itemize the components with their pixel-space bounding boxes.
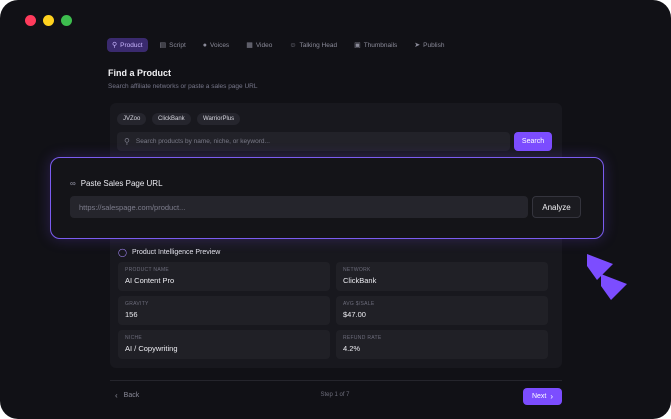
- field-label: AVG $/SALE: [343, 301, 375, 307]
- footer-divider: [110, 380, 562, 381]
- field-label: NICHE: [125, 335, 143, 341]
- field-gravity: GRAVITY 156: [118, 296, 330, 325]
- product-search-input[interactable]: ⚲ Search products by name, niche, or key…: [117, 132, 510, 151]
- window-zoom-button[interactable]: [61, 15, 72, 26]
- field-value: 156: [125, 310, 138, 319]
- chevron-right-icon: ›: [550, 392, 554, 401]
- url-placeholder: https://salespage.com/product...: [79, 202, 186, 212]
- tab-product[interactable]: ⚲ Product: [107, 38, 148, 52]
- chevron-arrows-logo: [587, 254, 627, 300]
- app-window: ⚲ Product ▤ Script ● Voices ▦ Video ☺ Ta…: [0, 0, 671, 419]
- field-value: AI Content Pro: [125, 276, 175, 285]
- field-value: AI / Copywriting: [125, 344, 178, 353]
- analyze-button[interactable]: Analyze: [532, 196, 581, 218]
- search-button[interactable]: Search: [514, 132, 552, 151]
- tab-video[interactable]: ▦ Video: [241, 38, 277, 52]
- tab-voices[interactable]: ● Voices: [198, 38, 234, 52]
- field-network: NETWORK ClickBank: [336, 262, 548, 291]
- intelligence-header: ◯ Product Intelligence Preview: [118, 248, 220, 257]
- sales-page-header: ∞ Paste Sales Page URL: [70, 179, 163, 188]
- back-label: Back: [123, 392, 140, 399]
- back-button[interactable]: ‹ Back: [115, 391, 139, 400]
- search-icon: ⚲: [112, 41, 118, 49]
- chevron-arrow-lower: [601, 274, 627, 300]
- field-product-name: PRODUCT NAME AI Content Pro: [118, 262, 330, 291]
- tab-label: Video: [255, 41, 273, 49]
- workflow-tabs: ⚲ Product ▤ Script ● Voices ▦ Video ☺ Ta…: [107, 38, 457, 52]
- sales-page-title: Paste Sales Page URL: [80, 179, 163, 188]
- search-placeholder: Search products by name, niche, or keywo…: [135, 138, 270, 145]
- tab-talking-head[interactable]: ☺ Talking Head: [284, 38, 342, 52]
- globe-icon: ◯: [118, 248, 127, 257]
- film-icon: ▦: [246, 41, 253, 49]
- image-icon: ▣: [354, 41, 361, 49]
- field-avg-sale: AVG $/SALE $47.00: [336, 296, 548, 325]
- tab-publish[interactable]: ➤ Publish: [409, 38, 449, 52]
- microphone-icon: ●: [202, 41, 208, 49]
- tab-script[interactable]: ▤ Script: [155, 38, 191, 52]
- network-chip-jvzoo[interactable]: JVZoo: [117, 113, 147, 125]
- tab-label: Product: [120, 41, 143, 49]
- field-label: GRAVITY: [125, 301, 149, 307]
- sales-page-url-input[interactable]: https://salespage.com/product...: [70, 196, 528, 218]
- tab-label: Talking Head: [299, 41, 338, 49]
- face-icon: ☺: [289, 41, 297, 49]
- field-label: REFUND RATE: [343, 335, 382, 341]
- window-close-button[interactable]: [25, 15, 36, 26]
- field-refund-rate: REFUND RATE 4.2%: [336, 330, 548, 359]
- link-icon: ∞: [70, 179, 76, 188]
- page-title: Find a Product: [108, 68, 171, 78]
- field-label: NETWORK: [343, 267, 371, 273]
- tab-thumbnails[interactable]: ▣ Thumbnails: [349, 38, 402, 52]
- send-icon: ➤: [414, 41, 421, 49]
- tab-label: Thumbnails: [363, 41, 398, 49]
- field-label: PRODUCT NAME: [125, 267, 170, 273]
- chevron-left-icon: ‹: [115, 391, 118, 400]
- chevron-arrow-upper: [587, 254, 613, 280]
- network-chip-warriorplus[interactable]: WarriorPlus: [197, 113, 241, 125]
- field-value: $47.00: [343, 310, 366, 319]
- field-value: 4.2%: [343, 344, 361, 353]
- network-chip-clickbank[interactable]: ClickBank: [152, 113, 191, 125]
- next-label: Next: [531, 393, 547, 400]
- tab-label: Publish: [423, 41, 445, 49]
- search-icon: ⚲: [124, 137, 130, 146]
- next-button[interactable]: Next ›: [523, 388, 562, 405]
- field-value: ClickBank: [343, 276, 377, 285]
- intelligence-title: Product Intelligence Preview: [131, 249, 221, 256]
- field-niche: NICHE AI / Copywriting: [118, 330, 330, 359]
- tab-label: Script: [169, 41, 186, 49]
- window-minimize-button[interactable]: [43, 15, 54, 26]
- document-icon: ▤: [159, 41, 167, 49]
- page-subtitle: Search affiliate networks or paste a sal…: [108, 83, 258, 90]
- tab-label: Voices: [210, 41, 230, 49]
- step-indicator: Step 1 of 7: [320, 392, 350, 398]
